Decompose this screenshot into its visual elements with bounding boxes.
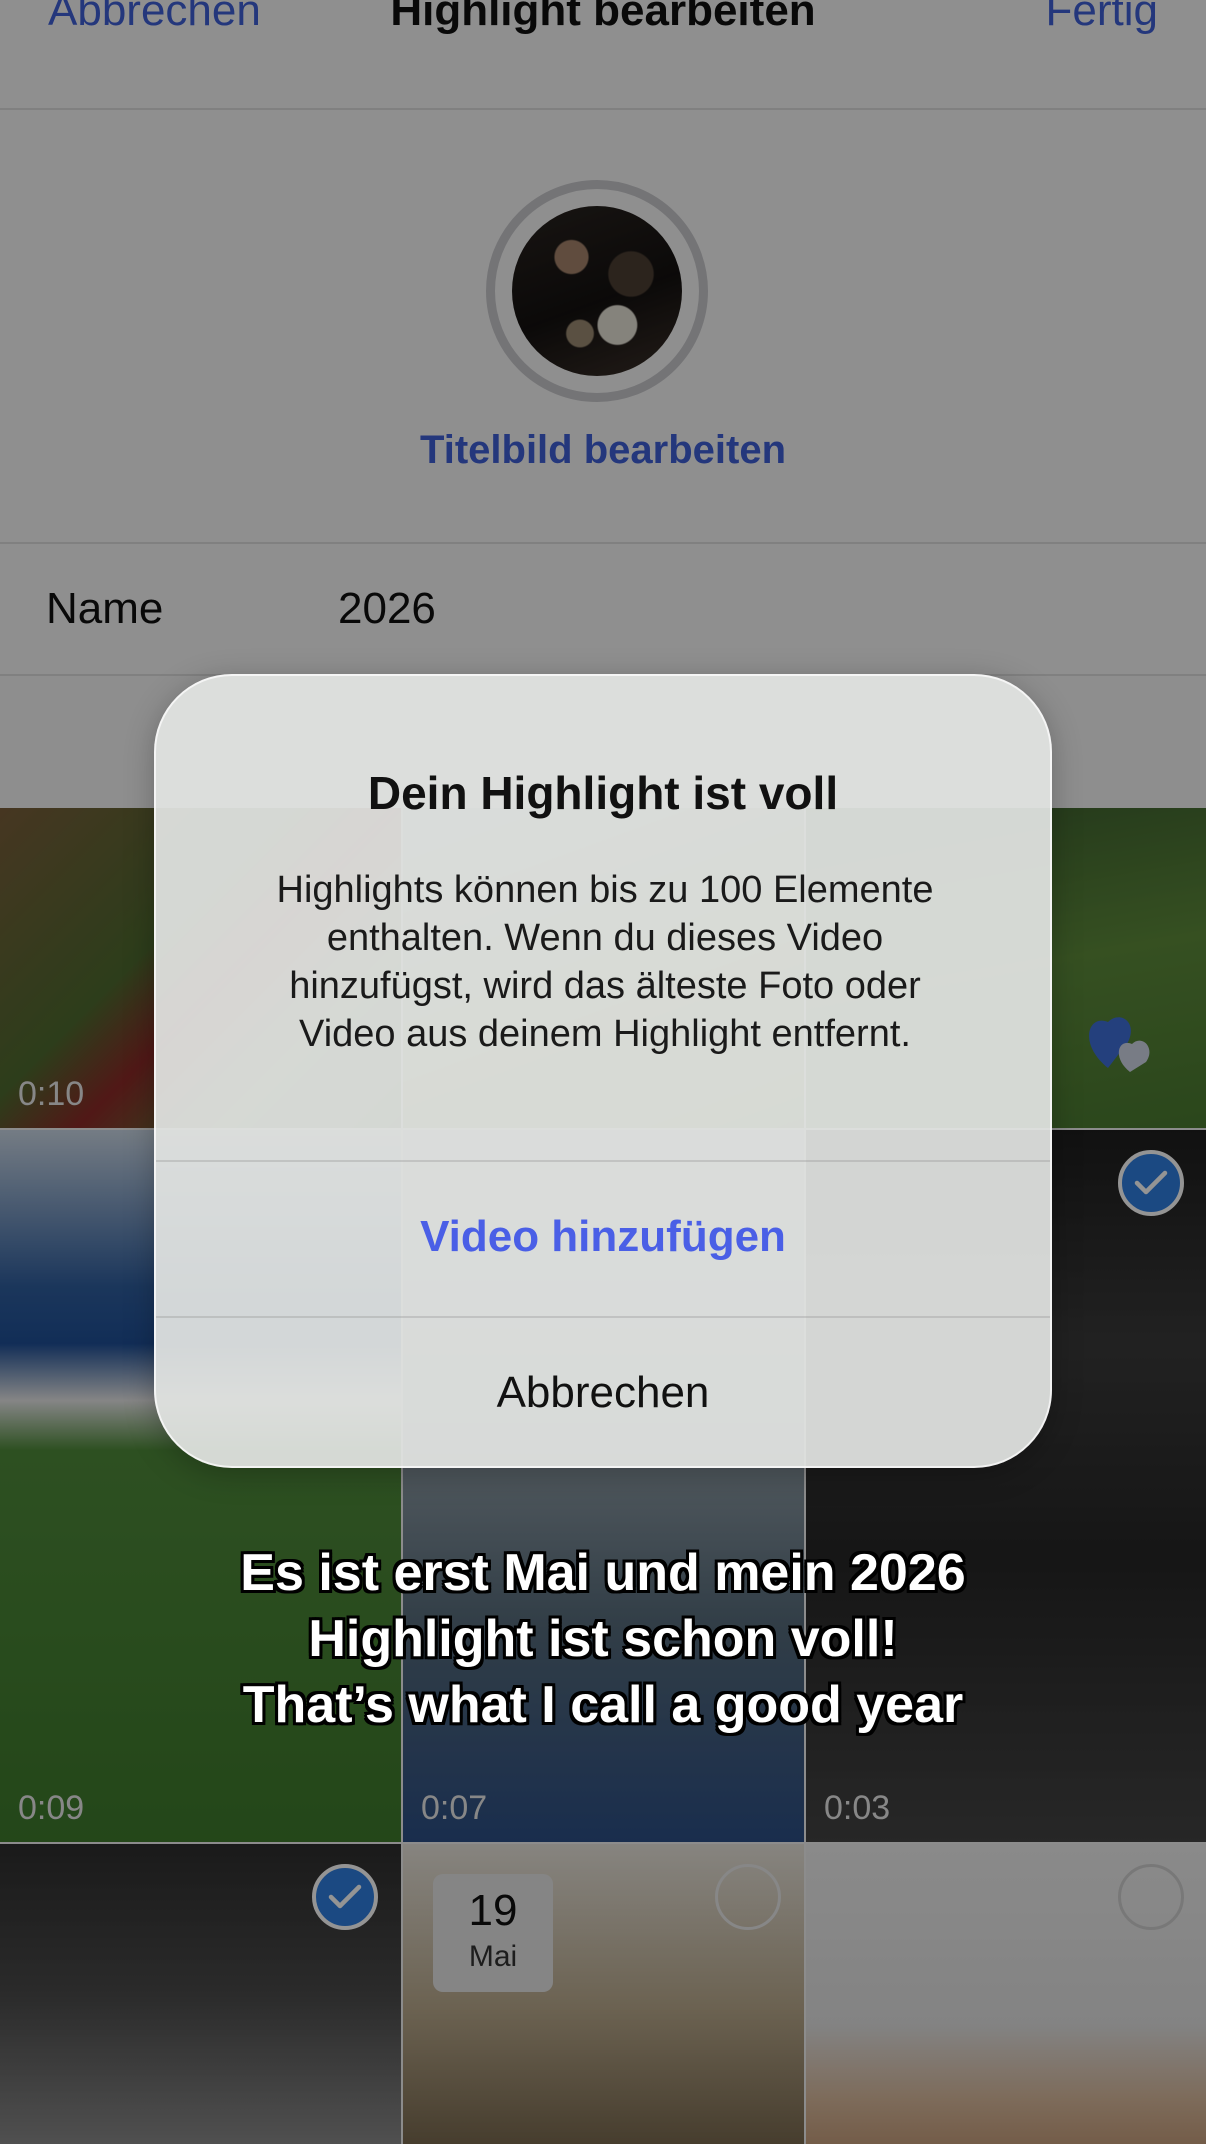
caption-overlay: Es ist erst Mai und mein 2026 Highlight … <box>0 1540 1206 1738</box>
alert-message: Highlights können bis zu 100 Elemente en… <box>276 869 934 1055</box>
cover-section: Titelbild bearbeiten <box>0 110 1206 544</box>
selected-check-icon[interactable] <box>1118 1150 1184 1216</box>
alert-cancel-button[interactable]: Abbrechen <box>156 1316 1050 1466</box>
select-circle-icon[interactable] <box>715 1864 781 1930</box>
video-duration: 0:09 <box>18 1789 85 1827</box>
name-row: Name 2026 <box>0 544 1206 676</box>
media-tile[interactable] <box>0 1844 401 2144</box>
date-month: Mai <box>468 1940 518 1973</box>
caption-line: Es ist erst Mai und mein 2026 <box>240 1544 966 1602</box>
date-day: 19 <box>468 1886 518 1935</box>
done-button[interactable]: Fertig <box>1046 0 1158 36</box>
video-duration: 0:03 <box>824 1789 891 1827</box>
select-circle-icon[interactable] <box>1118 1864 1184 1930</box>
add-video-button[interactable]: Video hinzufügen <box>156 1160 1050 1314</box>
name-input[interactable]: 2026 <box>338 584 436 634</box>
selected-check-icon[interactable] <box>312 1864 378 1930</box>
caption-line: Highlight ist schon voll! <box>308 1610 898 1668</box>
name-label: Name <box>46 584 164 633</box>
date-badge: 19 Mai <box>433 1874 553 1992</box>
media-tile[interactable] <box>806 1844 1206 2144</box>
video-duration: 0:07 <box>421 1789 488 1827</box>
caption-line: That’s what I call a good year <box>242 1676 964 1734</box>
cover-image <box>512 206 682 376</box>
alert-dialog: Dein Highlight ist voll Highlights könne… <box>154 674 1052 1468</box>
edit-cover-button[interactable]: Titelbild bearbeiten <box>0 428 1206 473</box>
cancel-button[interactable]: Abbrechen <box>48 0 261 36</box>
media-tile[interactable]: 19 Mai <box>403 1844 804 2144</box>
alert-title: Dein Highlight ist voll <box>367 767 839 819</box>
heart-sticker-icon <box>1089 1017 1150 1072</box>
video-duration: 0:10 <box>18 1075 85 1113</box>
cover-avatar[interactable] <box>486 180 708 402</box>
nav-bar: Highlight bearbeiten Abbrechen Fertig <box>0 0 1206 110</box>
